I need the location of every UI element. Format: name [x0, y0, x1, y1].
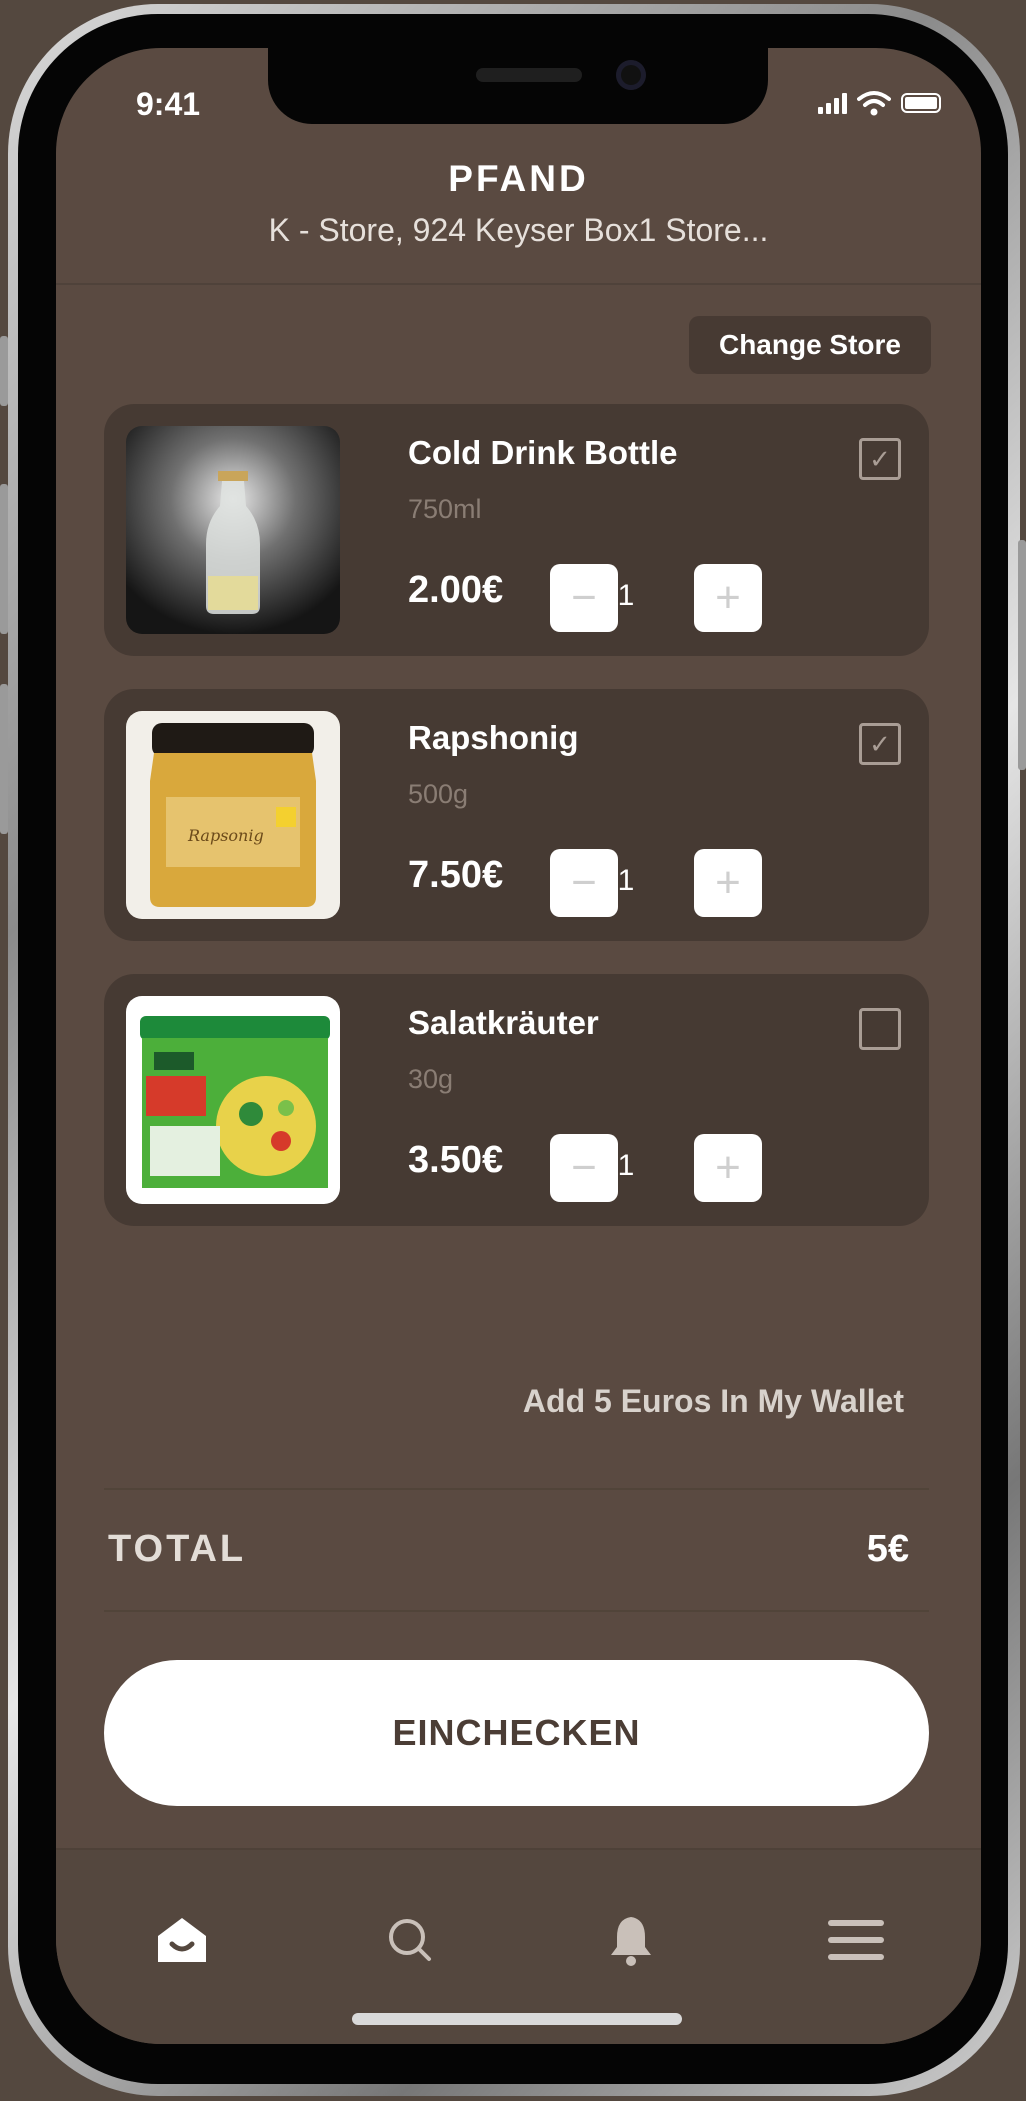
increment-button[interactable]: +: [694, 564, 762, 632]
volume-down-button: [0, 684, 8, 834]
product-name: Rapshonig: [408, 719, 579, 756]
svg-text:Rapsonig: Rapsonig: [187, 826, 264, 845]
search-icon[interactable]: [380, 1910, 440, 1970]
divider: [104, 1610, 929, 1612]
camera: [616, 60, 646, 90]
bell-icon[interactable]: [601, 1910, 661, 1970]
total-label: TOTAL: [108, 1528, 247, 1570]
check-icon: ✓: [869, 443, 891, 474]
product-card: Salatkräuter 30g 3.50€ − 1 +: [104, 974, 929, 1226]
notch: [268, 48, 768, 124]
signal-icon: [818, 92, 847, 114]
divider: [104, 1488, 929, 1490]
item-checkbox[interactable]: ✓: [859, 723, 901, 765]
page-header: PFAND K - Store, 924 Keyser Box1 Store..…: [56, 158, 981, 249]
page-title: PFAND: [448, 158, 589, 199]
product-size: 750ml: [408, 494, 482, 524]
mute-switch: [0, 336, 8, 406]
status-icons: [818, 90, 941, 116]
add-to-wallet-link[interactable]: Add 5 Euros In My Wallet: [523, 1383, 904, 1420]
product-price: 3.50€: [408, 1139, 504, 1181]
check-in-button[interactable]: EINCHECKEN: [104, 1660, 929, 1806]
quantity-value: 1: [617, 864, 635, 897]
power-button: [1018, 540, 1026, 770]
item-checkbox[interactable]: [859, 1008, 901, 1050]
decrement-button[interactable]: −: [550, 564, 618, 632]
decrement-button[interactable]: −: [550, 849, 618, 917]
check-icon: ✓: [869, 728, 891, 759]
product-image-honey: Rapsonig: [126, 711, 340, 919]
product-price: 7.50€: [408, 854, 504, 896]
product-card: Cold Drink Bottle 750ml 2.00€ − 1 + ✓: [104, 404, 929, 656]
decrement-button[interactable]: −: [550, 1134, 618, 1202]
product-price: 2.00€: [408, 569, 504, 611]
quantity-value: 1: [617, 579, 635, 612]
product-image-bottle: [126, 426, 340, 634]
product-size: 30g: [408, 1064, 454, 1094]
change-store-button[interactable]: Change Store: [688, 316, 931, 374]
product-image-herbs: [126, 996, 340, 1204]
product-size: 500g: [408, 779, 469, 809]
store-address: K - Store, 924 Keyser Box1 Store...: [268, 212, 769, 248]
wifi-icon: [857, 91, 891, 116]
app-screen: 9:41 PFAND K - Store, 924 Keyser Box1 St…: [56, 48, 981, 2044]
total-value: 5€: [866, 1528, 909, 1570]
volume-up-button: [0, 484, 8, 634]
quantity-value: 1: [617, 1149, 635, 1182]
menu-icon[interactable]: [826, 1910, 886, 1970]
status-time: 9:41: [136, 86, 201, 122]
increment-button[interactable]: +: [694, 1134, 762, 1202]
home-indicator: [352, 2013, 682, 2025]
product-name: Cold Drink Bottle: [408, 434, 678, 471]
header-divider: [56, 283, 981, 285]
battery-icon: [901, 93, 941, 113]
increment-button[interactable]: +: [694, 849, 762, 917]
item-checkbox[interactable]: ✓: [859, 438, 901, 480]
speaker: [476, 68, 582, 82]
product-card: Rapsonig Rapshonig 500g 7.50€ − 1 + ✓: [104, 689, 929, 941]
home-icon[interactable]: [152, 1910, 212, 1970]
product-name: Salatkräuter: [408, 1004, 599, 1041]
